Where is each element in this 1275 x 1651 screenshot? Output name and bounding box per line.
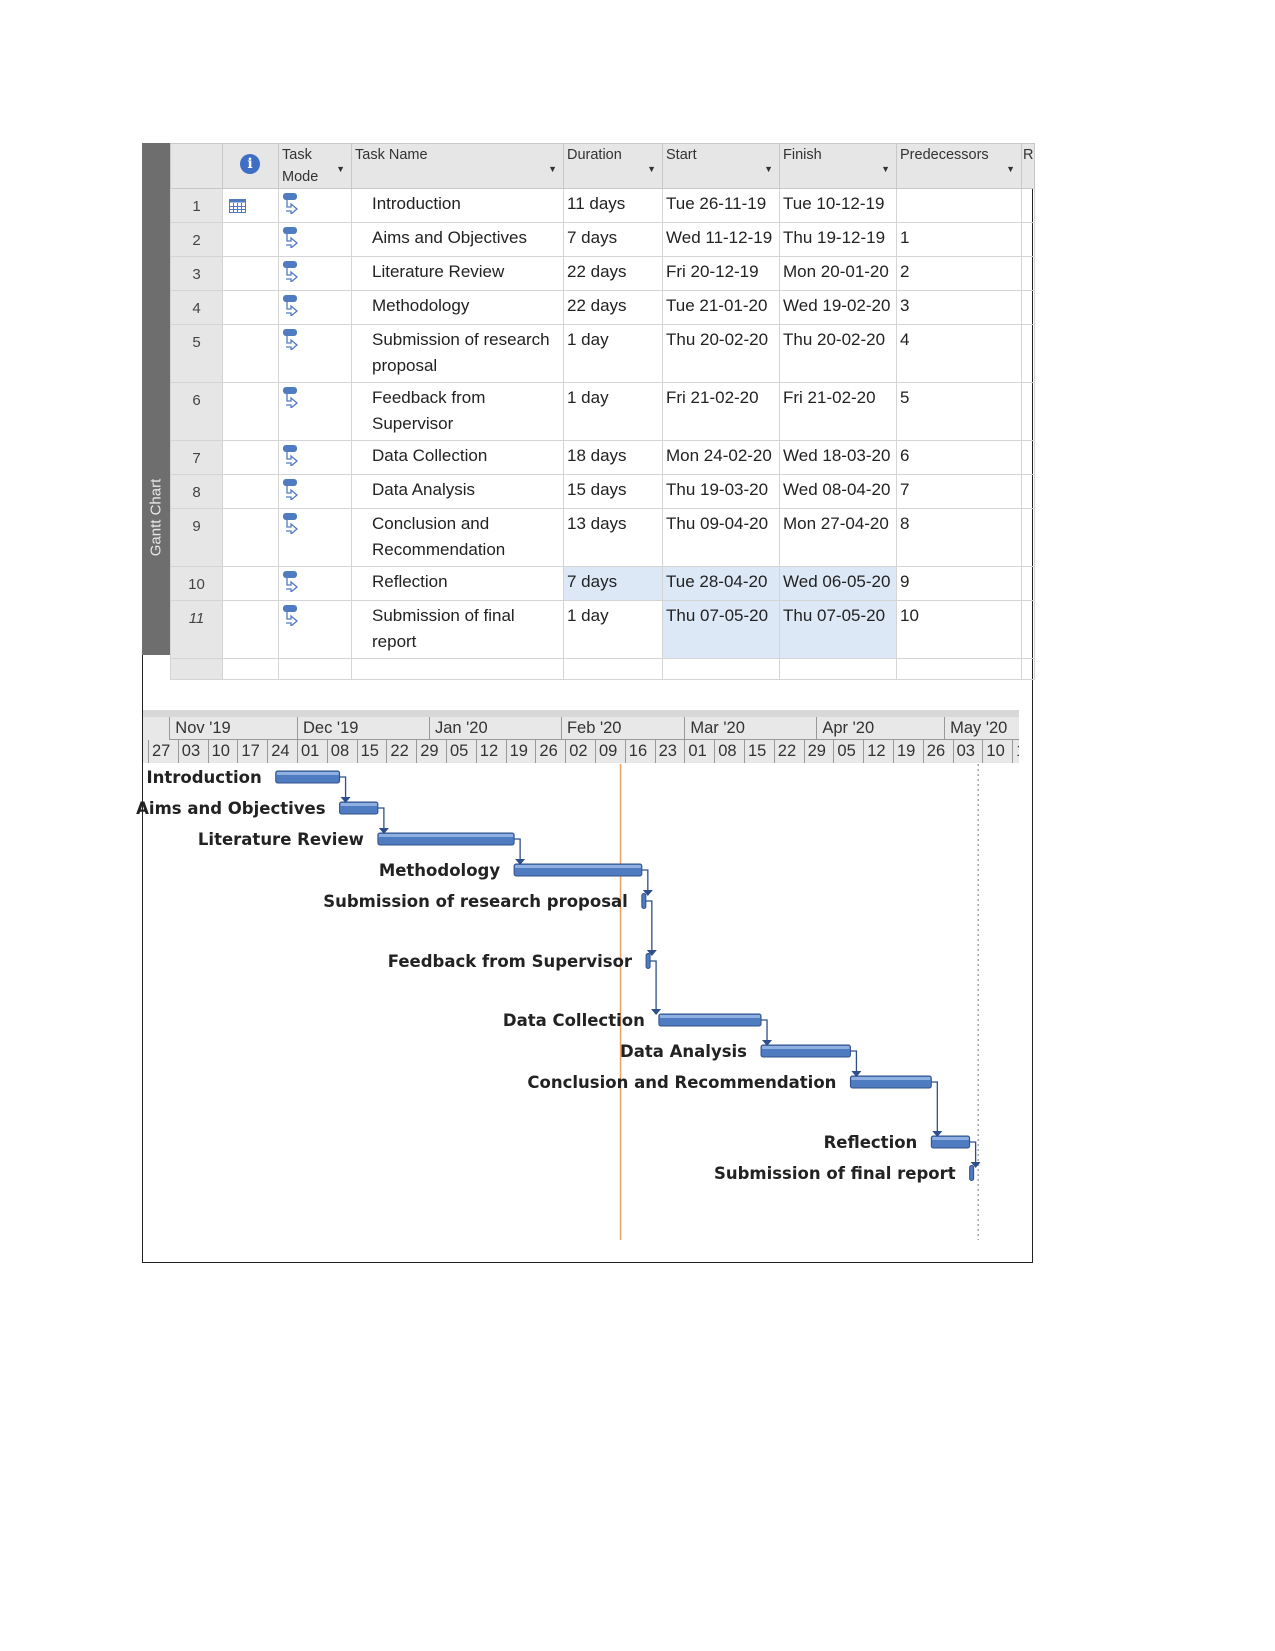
gantt-bar-label: Reflection: [824, 1133, 918, 1152]
gantt-bar-label: Submission of research proposal: [323, 892, 628, 911]
gantt-bar-highlight: [851, 1077, 931, 1080]
gantt-bar-label: Methodology: [379, 861, 501, 880]
dependency-arrow: [377, 807, 385, 829]
gantt-bar-highlight: [378, 834, 514, 837]
gantt-bar-label: Data Collection: [503, 1011, 645, 1030]
gantt-bar-highlight: [659, 1015, 761, 1018]
dependency-arrow: [969, 1141, 977, 1163]
dependency-arrow: [641, 869, 649, 891]
gantt-bar-highlight: [515, 865, 641, 868]
dependency-arrow: [645, 900, 653, 951]
gantt-bar-label: Conclusion and Recommendation: [527, 1073, 836, 1092]
gantt-bar-highlight: [340, 803, 377, 806]
gantt-bar-label: Aims and Objectives: [136, 799, 326, 818]
document-page: Gantt Chart i Task Mode ▼ Task Name ▼ Dura…: [0, 0, 1275, 1651]
gantt-bar: [969, 1165, 975, 1181]
gantt-bar-label: Introduction: [146, 768, 261, 787]
gantt-chart: Introduction Aims and Objectives Literatur…: [136, 764, 981, 1240]
gantt-bar-highlight: [932, 1137, 969, 1140]
dependency-arrow: [650, 960, 657, 1010]
gantt-bar-label: Literature Review: [198, 830, 364, 849]
gantt-bar-label: Feedback from Supervisor: [388, 952, 633, 971]
gantt-bar-highlight: [276, 772, 339, 775]
dependency-arrow: [850, 1050, 858, 1072]
gantt-bar: [645, 953, 651, 969]
gantt-bar-label: Data Analysis: [620, 1042, 747, 1061]
dependency-arrow: [931, 1081, 938, 1132]
gantt-bar: [641, 893, 647, 909]
gantt-bar-label: Submission of final report: [714, 1164, 956, 1183]
dependency-arrow: [339, 776, 347, 798]
dependency-arrow: [761, 1019, 768, 1041]
dependency-arrow: [514, 838, 521, 860]
gantt-bar-highlight: [762, 1046, 850, 1049]
